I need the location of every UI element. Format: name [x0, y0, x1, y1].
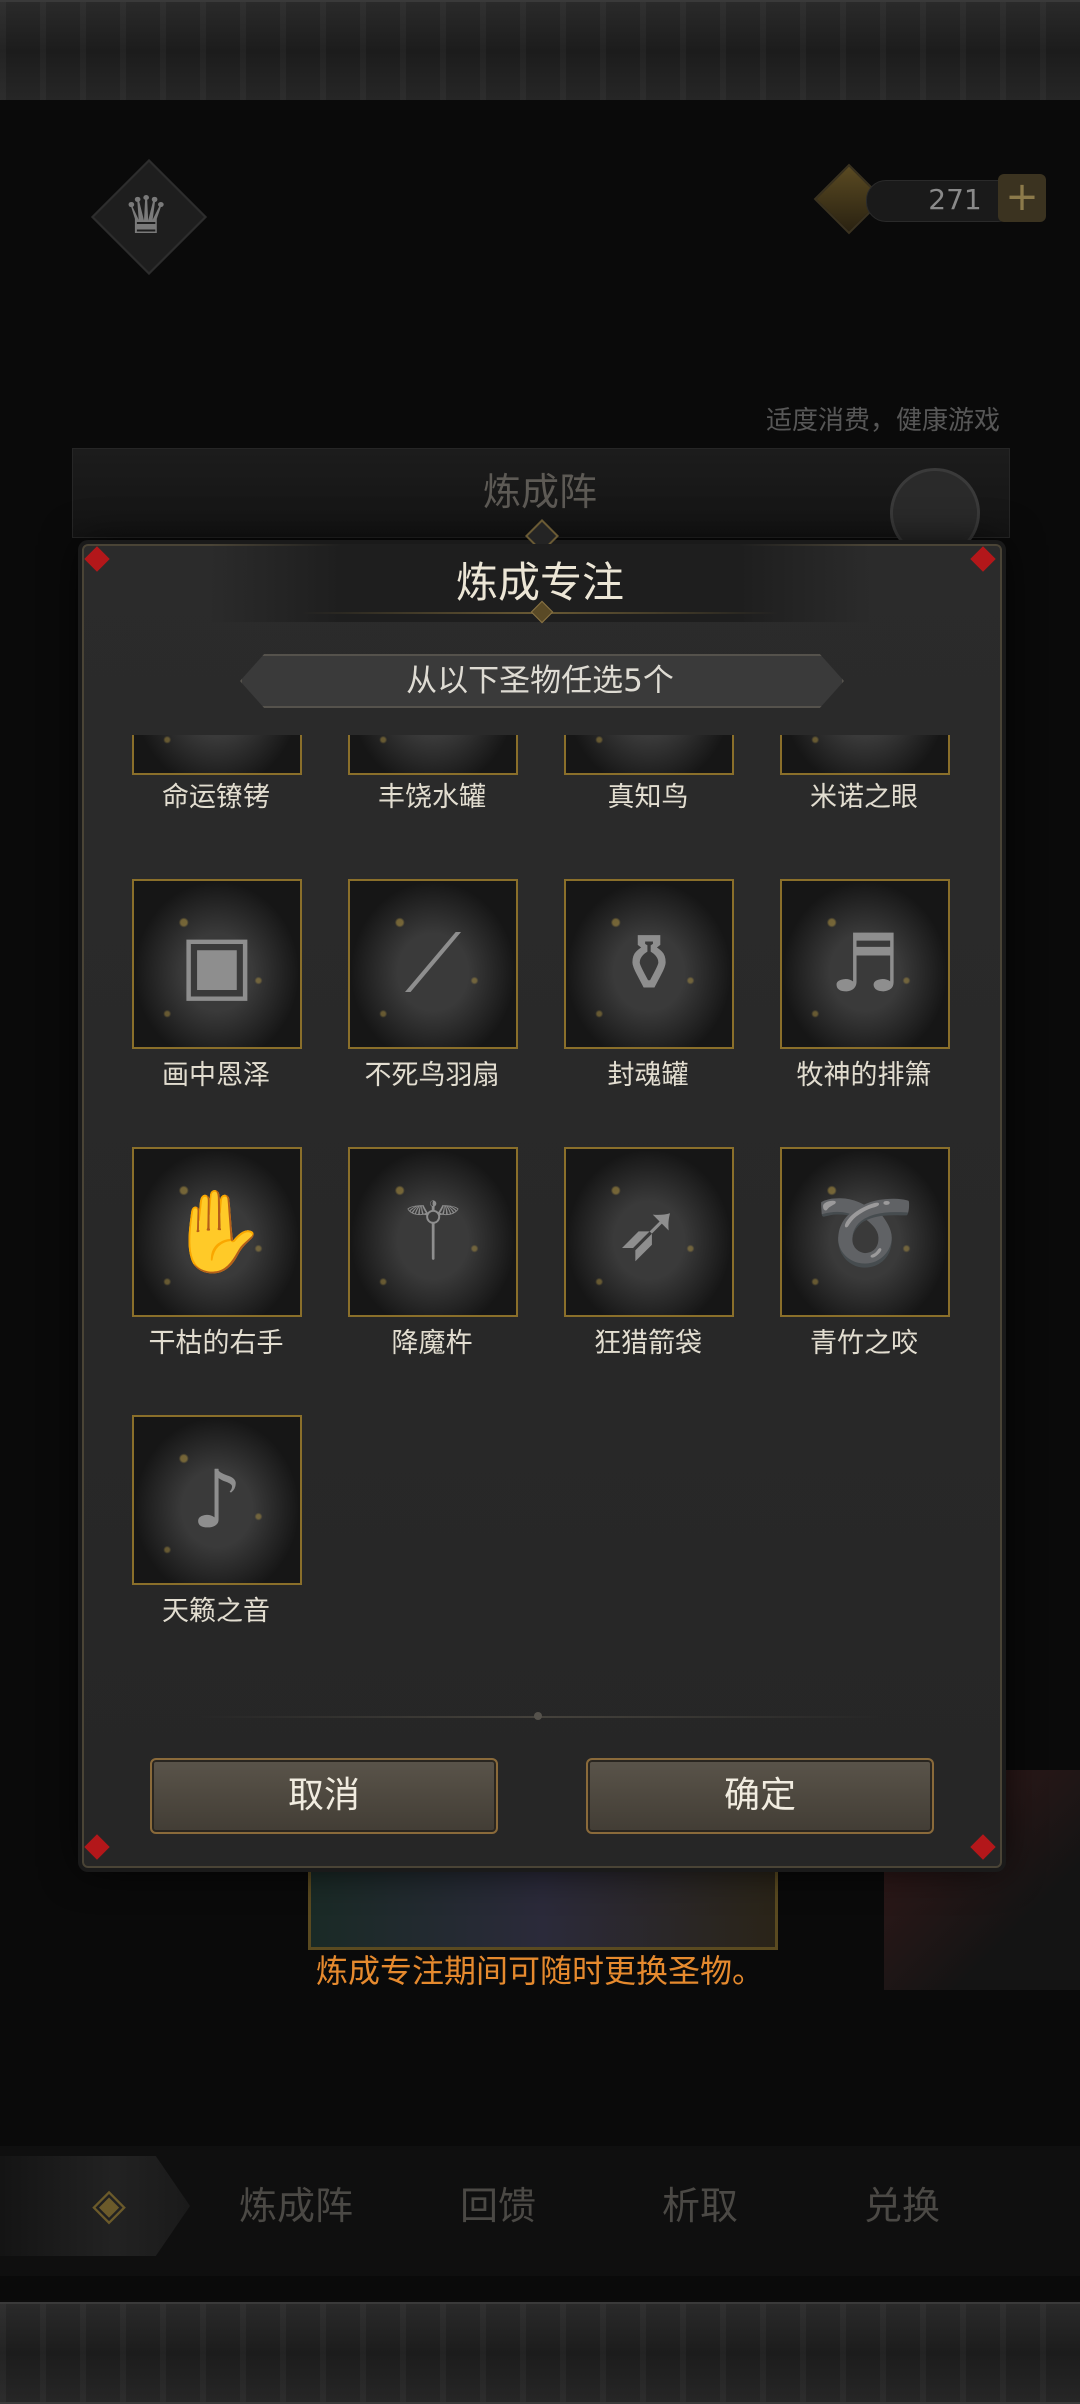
confirm-button[interactable]: 确定: [586, 1758, 934, 1834]
relic-name: 丰饶水罐: [378, 782, 486, 813]
relic-name: 真知鸟: [607, 782, 689, 813]
tab-extract[interactable]: 析取: [610, 2176, 790, 2236]
bottom-ornament-bar: [0, 2302, 1080, 2404]
bird-icon: ✦: [566, 735, 732, 773]
relic-tile[interactable]: ➰: [780, 1147, 950, 1317]
relic-name: 米诺之眼: [810, 782, 918, 813]
relic-tile[interactable]: ▣: [132, 879, 302, 1049]
soul-urn-icon: ⚱: [615, 917, 683, 1010]
cancel-button[interactable]: 取消: [150, 1758, 498, 1834]
relic-name: 狂猎箭袋: [594, 1328, 702, 1359]
relic-name: 画中恩泽: [162, 1060, 270, 1091]
eye-icon: ◉: [782, 735, 948, 773]
whip-icon: ➰: [815, 1185, 915, 1278]
relic-tile[interactable]: ✋: [132, 1147, 302, 1317]
music-box-icon: ♪: [191, 1453, 243, 1546]
crown-icon[interactable]: ♛: [106, 176, 186, 256]
relic-item[interactable]: ➶ 狂猎箭袋: [552, 1147, 744, 1367]
feather-fan-icon: ⟋: [405, 917, 461, 1010]
withered-hand-icon: ✋: [167, 1185, 267, 1278]
relic-name: 青竹之咬: [810, 1328, 918, 1359]
top-ornament-bar: [0, 0, 1080, 102]
currency-display: 271 +: [813, 163, 1052, 235]
tab-alchemy-array[interactable]: 炼成阵: [206, 2176, 386, 2236]
relic-tile[interactable]: ♬: [780, 879, 950, 1049]
divider-dot: [534, 1712, 542, 1720]
vajra-icon: ⚚: [397, 1185, 469, 1278]
relic-name: 命运镣铐: [162, 782, 270, 813]
relic-name: 降魔杵: [391, 1328, 473, 1359]
relic-tile[interactable]: ⛓: [132, 735, 302, 775]
relic-name: 牧神的排箫: [796, 1060, 932, 1091]
quiver-icon: ➶: [615, 1185, 683, 1278]
relic-name: 封魂罐: [607, 1060, 689, 1091]
tab-exchange[interactable]: 兑换: [812, 2176, 992, 2236]
relic-item[interactable]: ✋ 干枯的右手: [120, 1147, 312, 1367]
relic-tile[interactable]: ⚱: [564, 879, 734, 1049]
back-arrow-icon[interactable]: ◈: [64, 2180, 154, 2230]
relic-item[interactable]: ⟋ 不死鸟羽扇: [336, 879, 528, 1099]
relic-item[interactable]: ➰ 青竹之咬: [768, 1147, 960, 1367]
relic-tile[interactable]: ♪: [132, 1415, 302, 1585]
relic-item[interactable]: ⚚ 降魔杵: [336, 1147, 528, 1367]
relic-grid[interactable]: ⛓ 命运镣铐 ⚱ 丰饶水罐 ✦ 真知鸟 ◉ 米诺之眼 ▣ 画中恩泽 ⟋ 不死鸟羽…: [120, 735, 960, 1635]
pan-flute-icon: ♬: [829, 917, 901, 1010]
relic-tile[interactable]: ⚚: [348, 1147, 518, 1317]
relic-item[interactable]: ▣ 画中恩泽: [120, 879, 312, 1099]
relic-item[interactable]: ♪ 天籁之音: [120, 1415, 312, 1635]
relic-name: 不死鸟羽扇: [364, 1060, 500, 1091]
relic-item[interactable]: ⚱ 封魂罐: [552, 879, 744, 1099]
relic-item[interactable]: ♬ 牧神的排箫: [768, 879, 960, 1099]
picture-frame-icon: ▣: [179, 917, 255, 1010]
healthy-gaming-notice: 适度消费，健康游戏: [765, 406, 1000, 436]
relic-name: 天籁之音: [162, 1596, 270, 1627]
hint-text: 炼成专注期间可随时更换圣物。: [315, 1952, 764, 1990]
relic-tile[interactable]: ➶: [564, 1147, 734, 1317]
add-currency-button[interactable]: +: [998, 174, 1046, 222]
relic-tile[interactable]: ◉: [780, 735, 950, 775]
relic-tile[interactable]: ⚱: [348, 735, 518, 775]
event-banner-image: [308, 1868, 778, 1950]
shackle-icon: ⛓: [134, 735, 300, 773]
relic-tile[interactable]: ⟋: [348, 879, 518, 1049]
relic-tile[interactable]: ✦: [564, 735, 734, 775]
tab-rewards[interactable]: 回馈: [408, 2176, 588, 2236]
relic-name: 干枯的右手: [148, 1328, 284, 1359]
water-jar-icon: ⚱: [350, 735, 516, 773]
dialog-subtitle: 从以下圣物任选5个: [406, 663, 674, 699]
